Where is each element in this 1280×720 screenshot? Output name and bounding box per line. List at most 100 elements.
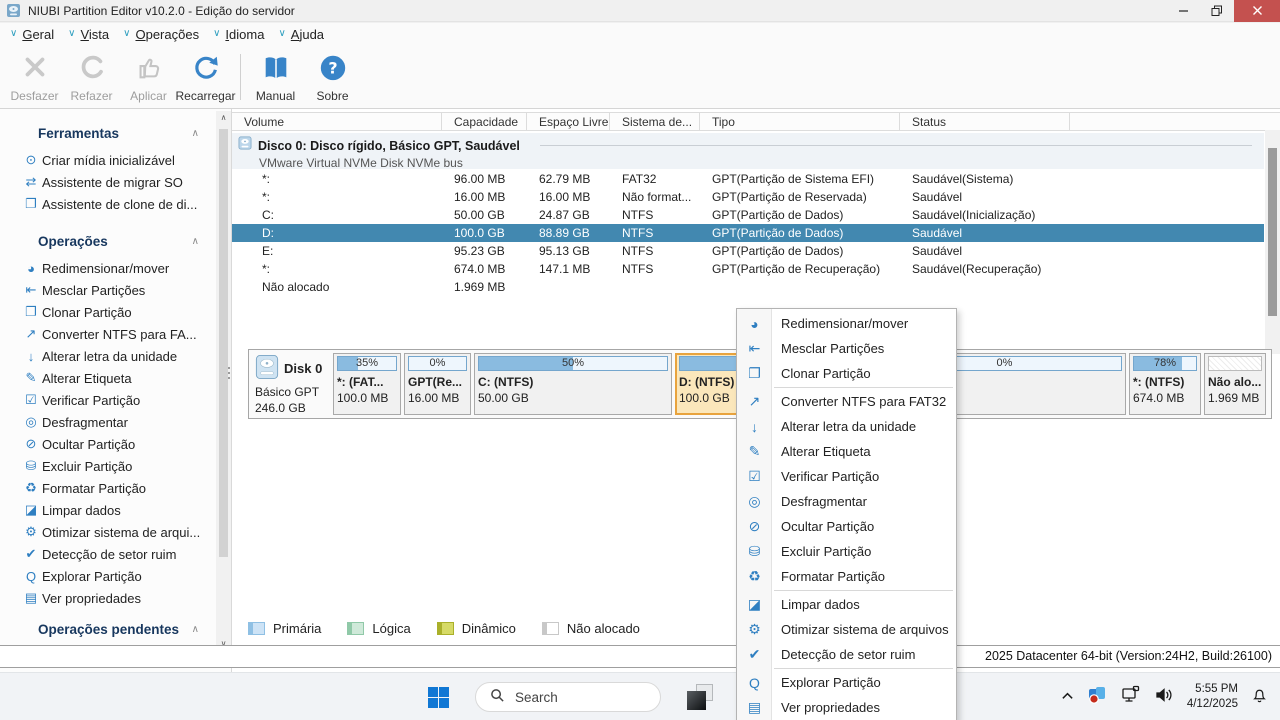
context-menu-item[interactable]: ✎ Alterar Etiqueta — [737, 439, 956, 464]
taskbar-app-icon[interactable] — [687, 684, 713, 710]
divider — [539, 145, 1252, 146]
sidebar-item[interactable]: ⛁ Excluir Partição — [0, 455, 231, 477]
sidebar-item[interactable]: ⊘ Ocultar Partição — [0, 433, 231, 455]
disk-size: 246.0 GB — [255, 401, 306, 415]
section-title: Operações pendentes — [38, 621, 180, 637]
column-header[interactable]: Espaço Livre — [527, 113, 610, 130]
menu-item[interactable]: ∨ Operações — [123, 27, 199, 42]
about-button[interactable]: ? Sobre — [304, 48, 361, 106]
sidebar-item[interactable]: ☑ Verificar Partição — [0, 389, 231, 411]
context-menu-item[interactable]: Q Explorar Partição — [737, 670, 956, 695]
context-menu-item[interactable]: ⇤ Mesclar Partições — [737, 336, 956, 361]
notification-bell-icon[interactable] — [1251, 686, 1268, 709]
sidebar-item[interactable]: ⇄ Assistente de migrar SO — [0, 171, 231, 193]
table-row[interactable]: *: 96.00 MB 62.79 MB FAT32 GPT(Partição … — [232, 170, 1264, 188]
menu-item[interactable]: ∨ Ajuda — [278, 27, 324, 42]
restore-button[interactable] — [1200, 0, 1234, 22]
table-row[interactable]: *: 674.0 MB 147.1 MB NTFS GPT(Partição d… — [232, 260, 1264, 278]
table-scrollbar[interactable] — [1265, 130, 1280, 354]
menu-item[interactable]: ∨ Vista — [68, 27, 109, 42]
close-button[interactable] — [1234, 0, 1280, 22]
column-header[interactable]: Sistema de... — [610, 113, 700, 130]
manual-button[interactable]: Manual — [247, 48, 304, 106]
partition-size: 50.00 GB — [478, 391, 529, 405]
context-menu-item[interactable]: ♻ Formatar Partição — [737, 564, 956, 591]
context-menu-item[interactable]: ⛁ Excluir Partição — [737, 539, 956, 564]
minimize-button[interactable] — [1166, 0, 1200, 22]
windows-start-button[interactable] — [428, 686, 449, 708]
sidebar-item[interactable]: ⇤ Mesclar Partições — [0, 279, 231, 301]
sidebar-item[interactable]: ❐ Assistente de clone de di... — [0, 193, 231, 215]
context-menu-item[interactable]: ◪ Limpar dados — [737, 592, 956, 617]
scroll-up-icon[interactable]: ∧ — [216, 111, 231, 125]
sidebar-section-pending[interactable]: Operações pendentes ∧ — [0, 619, 231, 639]
cell-volume: D: — [262, 226, 274, 240]
partition-block[interactable]: 0% GPT(Re... 16.00 MB — [404, 353, 471, 415]
menu-item[interactable]: ∨ Idioma — [213, 27, 264, 42]
context-menu-item[interactable]: ⊘ Ocultar Partição — [737, 514, 956, 539]
context-menu-item[interactable]: ⚙ Otimizar sistema de arquivos — [737, 617, 956, 642]
table-row[interactable]: E: 95.23 GB 95.13 GB NTFS GPT(Partição d… — [232, 242, 1264, 260]
apply-button[interactable]: Aplicar — [120, 48, 177, 106]
sidebar-item[interactable]: ↓ Alterar letra da unidade — [0, 345, 231, 367]
partition-block[interactable]: 50% C: (NTFS) 50.00 GB — [474, 353, 672, 415]
taskbar-clock[interactable]: 5:55 PM 4/12/2025 — [1187, 682, 1238, 712]
column-header[interactable]: Tipo — [700, 113, 900, 130]
splitter-handle[interactable] — [227, 367, 231, 393]
partition-block[interactable]: 78% *: (NTFS) 674.0 MB — [1129, 353, 1201, 415]
toolbar: Desfazer Refazer Aplicar Recarregar Manu… — [0, 45, 1280, 109]
context-menu-item-label: Limpar dados — [781, 597, 860, 612]
sidebar-item[interactable]: ▤ Ver propriedades — [0, 587, 231, 609]
sidebar-section-tools[interactable]: Ferramentas ∧ — [0, 123, 231, 143]
sidebar-item[interactable]: ♻ Formatar Partição — [0, 477, 231, 499]
table-row[interactable]: Não alocado 1.969 MB — [232, 278, 1264, 296]
volume-tray-icon[interactable] — [1154, 685, 1174, 710]
sidebar-item[interactable]: ◪ Limpar dados — [0, 499, 231, 521]
sidebar-item[interactable]: ◎ Desfragmentar — [0, 411, 231, 433]
undo-button[interactable]: Desfazer — [6, 48, 63, 106]
tray-chevron-up-icon[interactable] — [1061, 688, 1074, 706]
cell-filesystem: NTFS — [622, 262, 654, 276]
search-input[interactable]: Search — [475, 682, 661, 712]
convert-ntfs-icon: ↗ — [748, 393, 761, 409]
context-menu-item[interactable]: ✔ Detecção de setor ruim — [737, 642, 956, 669]
cell-volume: *: — [262, 190, 271, 204]
column-header[interactable]: Volume — [232, 113, 442, 130]
scrollbar-thumb[interactable] — [1268, 148, 1277, 316]
redo-button[interactable]: Refazer — [63, 48, 120, 106]
vm-tools-tray-icon[interactable] — [1087, 685, 1108, 710]
context-menu-item[interactable]: ▤ Ver propriedades — [737, 695, 956, 720]
sidebar-item[interactable]: ✎ Alterar Etiqueta — [0, 367, 231, 389]
table-row[interactable]: D: 100.0 GB 88.89 GB NTFS GPT(Partição d… — [232, 224, 1264, 242]
migrate-os-icon: ⇄ — [25, 174, 37, 189]
context-menu-item[interactable]: ↗ Converter NTFS para FAT32 — [737, 389, 956, 414]
column-header[interactable]: Status — [900, 113, 1070, 130]
menu-item[interactable]: ∨ Geral — [10, 27, 54, 42]
cell-capacity: 95.23 GB — [454, 244, 505, 258]
sidebar-item[interactable]: ⊙ Criar mídia inicializável — [0, 149, 231, 171]
sidebar-section-operations[interactable]: Operações ∧ — [0, 231, 231, 251]
table-row[interactable]: *: 16.00 MB 16.00 MB Não format... GPT(P… — [232, 188, 1264, 206]
column-header[interactable]: Capacidade — [442, 113, 527, 130]
table-row[interactable]: C: 50.00 GB 24.87 GB NTFS GPT(Partição d… — [232, 206, 1264, 224]
disk-group-row[interactable]: Disco 0: Disco rígido, Básico GPT, Saudá… — [232, 133, 1264, 170]
sidebar-item[interactable]: ❐ Clonar Partição — [0, 301, 231, 323]
sidebar-item[interactable]: ✔ Detecção de setor ruim — [0, 543, 231, 565]
context-menu-item[interactable]: ◎ Desfragmentar — [737, 489, 956, 514]
context-menu-item[interactable]: ❐ Clonar Partição — [737, 361, 956, 388]
context-menu-item[interactable]: ↓ Alterar letra da unidade — [737, 414, 956, 439]
partition-label: GPT(Re... — [408, 375, 463, 389]
context-menu-item[interactable]: ☑ Verificar Partição — [737, 464, 956, 489]
sidebar-item[interactable]: ↗ Converter NTFS para FA... — [0, 323, 231, 345]
sidebar-item[interactable]: ⚙ Otimizar sistema de arqui... — [0, 521, 231, 543]
sidebar-item[interactable]: Q Explorar Partição — [0, 565, 231, 587]
sidebar-item[interactable]: ◕ Redimensionar/mover — [0, 257, 231, 279]
delete-partition-icon: ⛁ — [748, 543, 761, 559]
context-menu-item[interactable]: ◕ Redimensionar/mover — [737, 311, 956, 336]
network-tray-icon[interactable] — [1121, 685, 1141, 710]
partition-block[interactable]: 35% *: (FAT... 100.0 MB — [333, 353, 401, 415]
partition-block[interactable]: Não alo... 1.969 MB — [1204, 353, 1266, 415]
scrollbar-thumb[interactable] — [219, 129, 228, 557]
app-body: Ferramentas ∧ ⊙ Criar mídia inicializáve… — [0, 109, 1280, 672]
reload-button[interactable]: Recarregar — [175, 48, 236, 106]
